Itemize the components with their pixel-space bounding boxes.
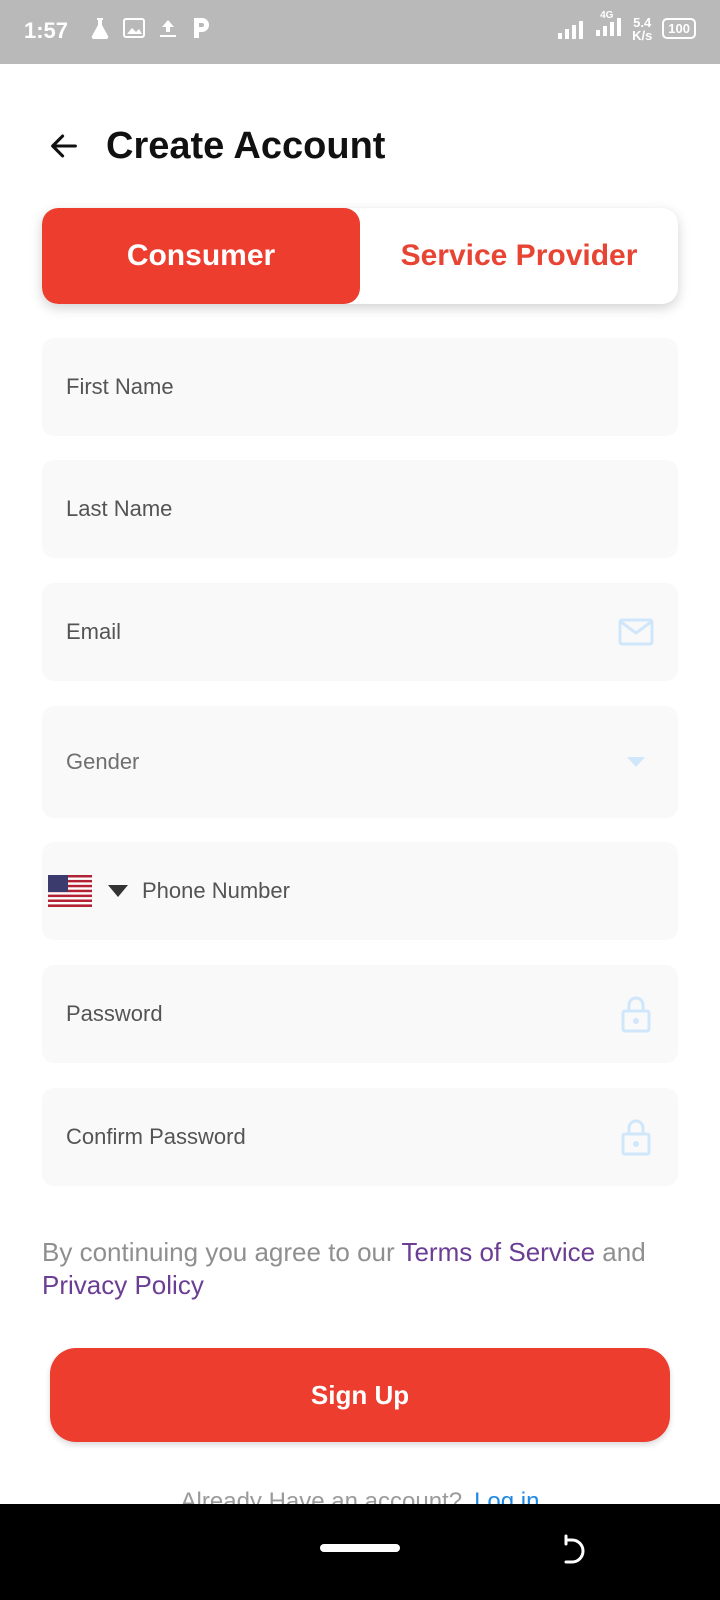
signal-icon (558, 20, 584, 39)
network-speed: 5.4 K/s (632, 14, 653, 43)
terms-text: By continuing you agree to our Terms of … (42, 1237, 646, 1300)
page-title: Create Account (106, 124, 386, 167)
mail-icon (618, 614, 654, 650)
password-field[interactable]: Password (42, 965, 678, 1063)
system-nav-bar (0, 1504, 720, 1600)
flask-icon (91, 18, 109, 40)
first-name-placeholder: First Name (66, 374, 174, 399)
first-name-field[interactable]: First Name (42, 338, 678, 436)
email-placeholder: Email (66, 619, 122, 644)
last-name-field[interactable]: Last Name (42, 460, 678, 558)
header: Create Account (40, 116, 385, 176)
phone-placeholder: Phone Number (142, 878, 290, 903)
password-placeholder: Password (66, 1001, 163, 1026)
status-notifications (88, 16, 212, 40)
caret-down-icon (618, 744, 654, 780)
tab-consumer[interactable]: Consumer (42, 208, 360, 304)
account-type-toggle: Consumer Service Provider (42, 208, 678, 304)
gender-placeholder: Gender (66, 749, 140, 774)
privacy-policy-link[interactable]: Privacy Policy (42, 1270, 204, 1300)
status-system: 4G 5.4 K/s 100 (556, 10, 696, 43)
terms-of-service-link[interactable]: Terms of Service (401, 1237, 595, 1267)
email-field[interactable]: Email (42, 583, 678, 681)
rotate-icon[interactable] (556, 1534, 590, 1568)
p-logo-icon (194, 18, 209, 38)
confirm-password-placeholder: Confirm Password (66, 1124, 246, 1149)
lock-icon (618, 996, 654, 1033)
tab-service-provider[interactable]: Service Provider (360, 208, 678, 304)
home-gesture-pill[interactable] (320, 1544, 400, 1552)
country-caret-icon[interactable] (108, 885, 128, 897)
arrow-left-icon (51, 134, 77, 158)
back-button[interactable] (40, 122, 88, 170)
image-icon (123, 18, 145, 38)
phone-field[interactable]: Phone Number (42, 842, 678, 940)
last-name-placeholder: Last Name (66, 496, 173, 521)
lock-icon (618, 1119, 654, 1156)
us-flag-icon[interactable] (48, 875, 92, 907)
upload-icon (160, 20, 176, 37)
battery-icon: 100 (662, 18, 696, 39)
network-type: 4G (600, 10, 614, 21)
confirm-password-field[interactable]: Confirm Password (42, 1088, 678, 1186)
sign-up-button[interactable]: Sign Up (50, 1348, 670, 1442)
gender-dropdown[interactable]: Gender (42, 706, 678, 818)
status-bar: 1:57 4G 5.4 K/s 100 (0, 0, 720, 64)
status-time: 1:57 (24, 18, 69, 43)
